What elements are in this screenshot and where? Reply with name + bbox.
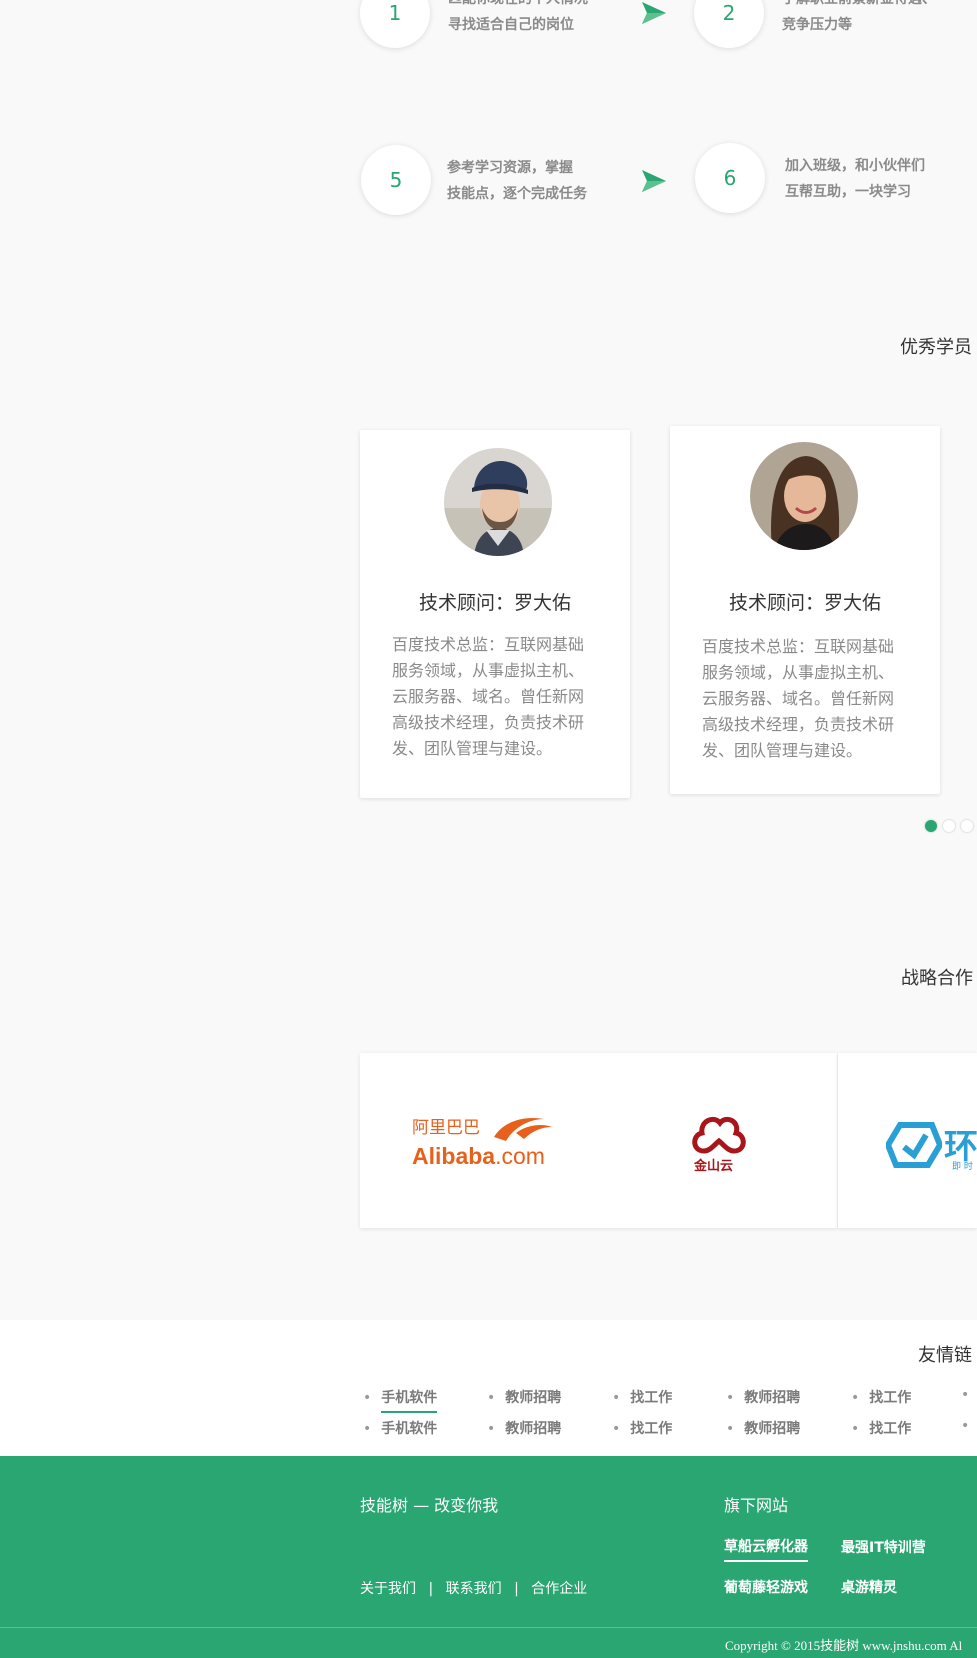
friend-link[interactable]: • 教师招聘 [726,1387,800,1407]
friend-link-label: 教师招聘 [744,1421,801,1437]
step-description-line: 互帮互助，一块学习 [785,184,911,200]
student-description-line: 服务领域，从事虚拟主机、 [702,663,895,682]
footer-site-link[interactable]: 草船云孵化器 [724,1536,808,1562]
footer-nav-separator: | [514,1581,519,1597]
footer-site-link[interactable]: 桌游精灵 [841,1577,897,1597]
friend-link-label: 教师招聘 [505,1390,562,1406]
friend-link-label: 手机软件 [381,1387,438,1413]
student-description-line: 云服务器、域名。曾任新网 [702,689,895,708]
step-description-line: 竞争压力等 [782,17,852,33]
arrow-right-icon [642,170,666,192]
kingsoft-cloud-icon [692,1116,746,1154]
student-description-line: 发、团队管理与建设。 [392,739,553,758]
partner-logo-kingsoft-cloud[interactable]: 金山云 [688,1113,750,1177]
step-description: 了解职业前景薪金待遇、 竞争压力等 [782,0,936,38]
friend-link-label: 教师招聘 [744,1390,801,1406]
step-description-line: 了解职业前景薪金待遇、 [782,0,936,12]
student-name: 技术顾问：罗大佑 [728,592,881,614]
carousel-dot[interactable] [925,820,937,832]
step-number-circle: 2 [694,0,764,48]
huan-logo-icon [886,1122,942,1168]
friend-link[interactable]: • 教师招聘 [487,1418,561,1438]
footer-divider [0,1627,977,1628]
friend-link[interactable]: • 手机软件 [363,1387,438,1413]
partner-logo-name: 金山云 [694,1159,734,1174]
friend-link-label: 找工作 [630,1421,673,1437]
student-description-line: 高级技术经理，负责技术研 [392,713,585,732]
friend-link[interactable]: • 教师招聘 [487,1387,561,1407]
avatar [750,442,858,550]
friend-link-label: 找工作 [869,1421,912,1437]
friend-link-label: 找工作 [869,1390,912,1406]
step-number-circle: 6 [695,143,765,213]
step-number: 6 [723,166,737,190]
step-number: 5 [389,168,403,192]
links-section: 友情链 • 手机软件 • 教师招聘 • 找工作 • 教师招聘 • 找工作 • • 手机软件 … [0,1320,977,1456]
student-description: 百度技术总监：互联网基础 服务领域，从事虚拟主机、 云服务器、域名。曾任新网 高… [702,634,914,764]
friend-link[interactable]: • 找工作 [851,1418,911,1438]
student-description-line: 发、团队管理与建设。 [702,741,863,760]
friend-link-bullet-overflow: • [961,1387,970,1403]
step-description-line: 寻找适合自己的岗位 [448,17,574,33]
friend-link-bullet-overflow: • [961,1418,970,1434]
step-number-circle: 5 [361,145,431,215]
step-description: 匹配你现在的个人情况 寻找适合自己的岗位 [448,0,588,38]
friend-link-label: 找工作 [630,1390,673,1406]
footer-nav-separator: | [428,1581,434,1597]
step-description: 加入班级，和小伙伴们 互帮互助，一块学习 [785,153,925,205]
friend-link-label: 手机软件 [381,1421,438,1437]
friend-link[interactable]: • 找工作 [612,1387,672,1407]
step-number: 1 [388,1,402,25]
student-card[interactable]: 技术顾问：罗大佑 百度技术总监：互联网基础 服务领域，从事虚拟主机、 云服务器、… [360,430,630,798]
footer-link-partners[interactable]: 合作企业 [531,1581,587,1597]
footer-sites-title: 旗下网站 [724,1496,789,1515]
partner-logo-cn: 阿里巴巴 [412,1118,480,1138]
footer-slogan: 技能树 — 改变你我 [360,1496,499,1515]
student-description-line: 云服务器、域名。曾任新网 [392,687,585,706]
student-description-line: 百度技术总监：互联网基础 [702,637,895,656]
partner-logo-en-main: Alibaba [412,1143,496,1169]
student-description-line: 百度技术总监：互联网基础 [392,635,585,654]
arrow-right-icon [642,2,666,24]
friend-link-label: 教师招聘 [505,1421,562,1437]
footer-nav: 关于我们 | 联系我们 | 合作企业 [360,1578,587,1598]
section-title-links: 友情链 [918,1345,972,1366]
step-number-circle: 1 [360,0,430,48]
carousel-dot[interactable] [943,820,955,832]
footer: 技能树 — 改变你我 关于我们 | 联系我们 | 合作企业 旗下网站 草船云孵化… [0,1456,977,1658]
footer-link-contact[interactable]: 联系我们 [446,1581,502,1597]
friend-link[interactable]: • 找工作 [851,1387,911,1407]
step-description-line: 参考学习资源，掌握 [447,160,573,176]
footer-copyright: Copyright © 2015技能树 www.jnshu.com Al [725,1638,963,1653]
friend-link[interactable]: • 找工作 [612,1418,672,1438]
friend-link[interactable]: • 教师招聘 [726,1418,800,1438]
section-title-partners: 战略合作 [901,968,973,989]
friend-link[interactable]: • 手机软件 [363,1418,437,1438]
avatar [444,448,552,556]
student-description-line: 高级技术经理，负责技术研 [702,715,895,734]
step-description-line: 加入班级，和小伙伴们 [785,158,925,174]
student-description-line: 服务领域，从事虚拟主机、 [392,661,585,680]
footer-link-about[interactable]: 关于我们 [360,1581,416,1597]
student-card[interactable]: 技术顾问：罗大佑 百度技术总监：互联网基础 服务领域，从事虚拟主机、 云服务器、… [670,426,940,794]
step-description-line: 匹配你现在的个人情况 [448,0,588,12]
partner-logo-sub: 即 时 [952,1162,973,1172]
carousel-dot[interactable] [961,820,973,832]
section-title-students: 优秀学员 [900,337,972,358]
partner-logo-huan[interactable]: 环 即 时 [838,1053,977,1228]
step-description-line: 技能点，逐个完成任务 [447,186,587,202]
student-description: 百度技术总监：互联网基础 服务领域，从事虚拟主机、 云服务器、域名。曾任新网 高… [392,632,604,762]
partner-logo-en: Alibaba.com [412,1143,545,1170]
alibaba-swoosh-icon [494,1117,552,1141]
footer-site-link[interactable]: 葡萄藤轻游戏 [724,1577,808,1597]
footer-site-link[interactable]: 最强IT特训营 [841,1537,926,1557]
step-description: 参考学习资源，掌握 技能点，逐个完成任务 [447,155,587,207]
student-name: 技术顾问：罗大佑 [418,592,571,614]
partner-logo-en-suffix: .com [495,1143,545,1169]
partners-carousel: 阿里巴巴 Alibaba.com 金山云 [360,1053,837,1228]
partner-logo-alibaba[interactable]: 阿里巴巴 Alibaba.com [412,1113,562,1173]
step-number: 2 [722,1,736,25]
